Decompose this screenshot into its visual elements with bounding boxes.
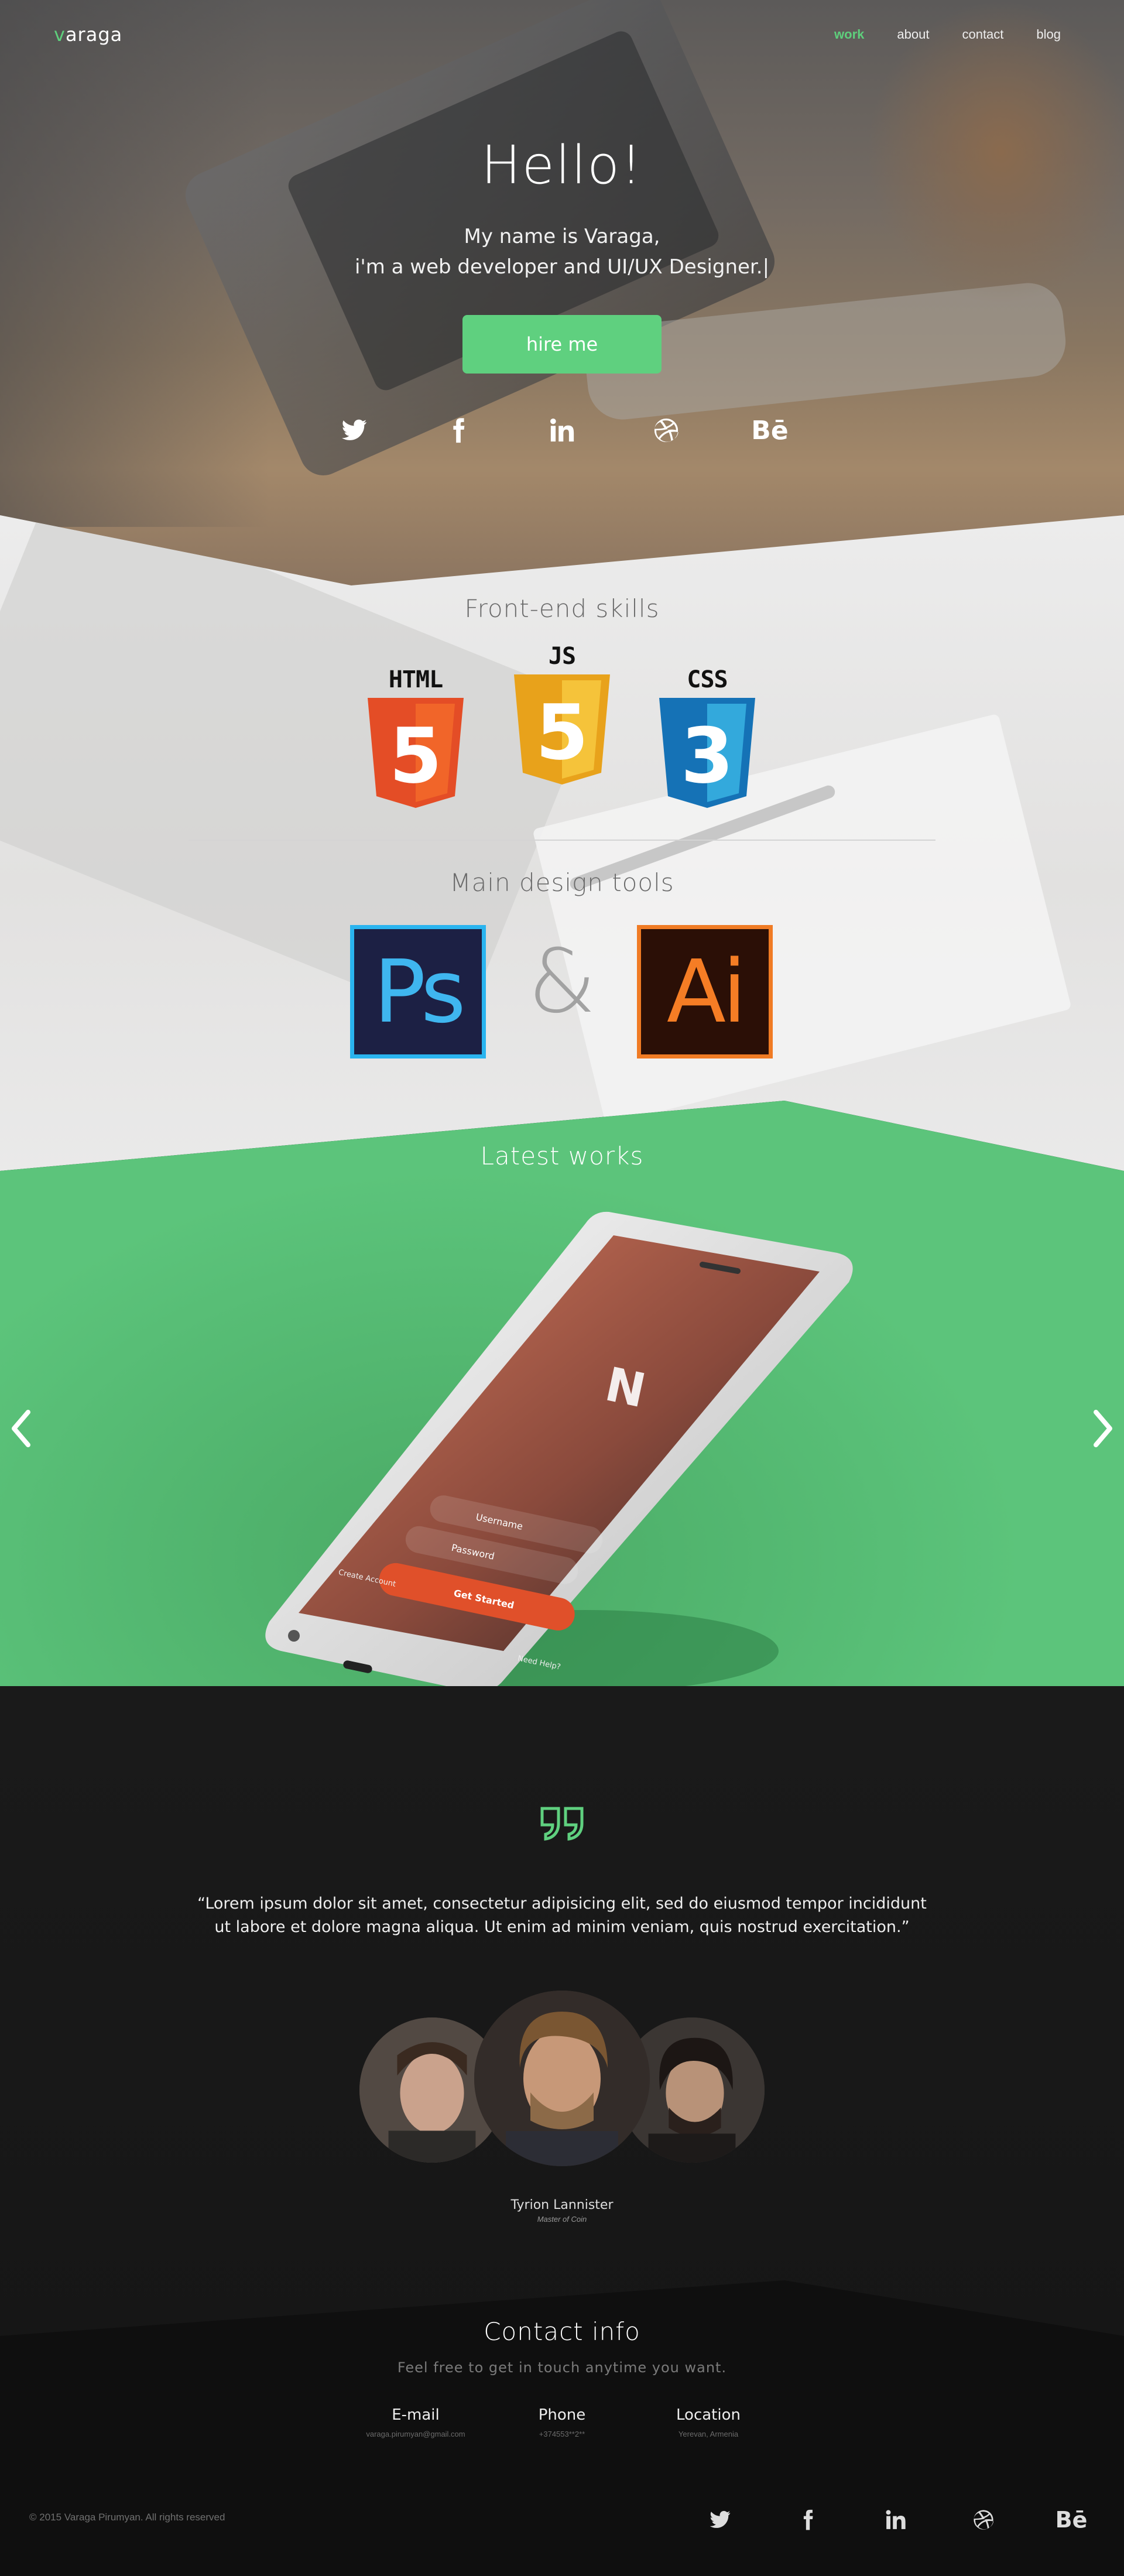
contact-location-value: Yerevan, Armenia [678,2430,739,2438]
twitter-icon[interactable] [328,410,381,451]
twitter-icon[interactable] [697,2502,743,2537]
main-nav: work about contact blog [834,27,1061,42]
behance-icon[interactable]: Bē [1048,2502,1095,2537]
js5-badge: JS 5 [509,643,615,785]
linkedin-icon[interactable] [536,410,588,451]
contact-location-label: Location [676,2406,741,2424]
behance-icon[interactable]: Bē [743,410,796,451]
css3-caption: CSS [687,666,728,693]
logo-text: araga [65,23,123,46]
dribbble-icon[interactable] [640,410,693,451]
phone-mockup[interactable]: N Username Password Get Started Create A… [258,1200,878,1715]
nav-item-blog[interactable]: blog [1036,27,1061,42]
quote-icon [540,1807,584,1841]
carousel-prev-arrow-icon[interactable] [4,1405,39,1452]
dribbble-icon[interactable] [960,2502,1007,2537]
hero-social-links: Bē [328,410,796,451]
illustrator-icon: Ai [637,925,773,1059]
hero-title: Hello! [481,135,643,196]
design-tools-title: Main design tools [450,868,674,897]
ampersand: & [527,931,597,1033]
js5-shield-icon: 5 [514,674,610,785]
nav-item-about[interactable]: about [897,27,929,42]
photoshop-icon: Ps [350,925,486,1059]
contact-title: Contact info [484,2317,640,2346]
footer-copyright: © 2015 Varaga Pirumyan. All rights reser… [29,2512,225,2523]
js5-caption: JS [548,643,576,670]
html5-badge: HTML 5 [363,666,468,808]
contact-email: E-mail varaga.pirumyan@gmail.com [340,2406,492,2438]
contact-email-value[interactable]: varaga.pirumyan@gmail.com [340,2430,492,2438]
carousel-next-arrow-icon[interactable] [1085,1405,1120,1452]
behance-icon-glyph: Bē [1055,2507,1088,2533]
css3-number: 3 [681,711,734,800]
html5-number: 5 [389,711,442,800]
js5-number: 5 [536,688,588,777]
contact-email-label: E-mail [392,2406,440,2424]
testimonial-quote: “Lorem ipsum dolor sit amet, consectetur… [197,1895,927,1936]
logo-accent: v [54,23,66,46]
hero-intro-line-1: My name is Varaga, [464,225,660,248]
contact-phone-label: Phone [538,2406,586,2424]
footer-social-links: Bē [697,2502,1095,2537]
latest-works-title: Latest works [480,1142,644,1170]
hero-section [0,0,1124,585]
contact-phone: Phone +374553**2** [486,2406,638,2438]
hire-me-button[interactable]: hire me [462,315,662,374]
nav-item-contact[interactable]: contact [962,27,1003,42]
contact-location: Location Yerevan, Armenia [632,2406,784,2438]
behance-icon-glyph: Bē [751,415,789,446]
html5-caption: HTML [388,666,443,693]
hero-intro-line-2: i'm a web developer and UI/UX Designer.| [354,255,770,279]
section-divider [189,840,935,841]
hero-intro: My name is Varaga, i'm a web developer a… [0,221,1124,282]
testimonial-author-role: Master of Coin [537,2215,587,2224]
contact-phone-value[interactable]: +374553**2** [486,2430,638,2438]
html5-shield-icon: 5 [368,698,464,808]
facebook-icon[interactable] [784,2502,831,2537]
frontend-skills-title: Front-end skills [464,594,660,623]
testimonial-author-name: Tyrion Lannister [510,2198,614,2212]
nav-item-work[interactable]: work [834,27,864,42]
css3-badge: CSS 3 [654,666,760,808]
facebook-icon[interactable] [432,410,485,451]
css3-shield-icon: 3 [659,698,755,808]
avatar-selected[interactable] [474,1991,650,2166]
linkedin-icon[interactable] [872,2502,919,2537]
logo[interactable]: varaga [54,23,122,46]
contact-subtitle: Feel free to get in touch anytime you wa… [397,2359,727,2376]
